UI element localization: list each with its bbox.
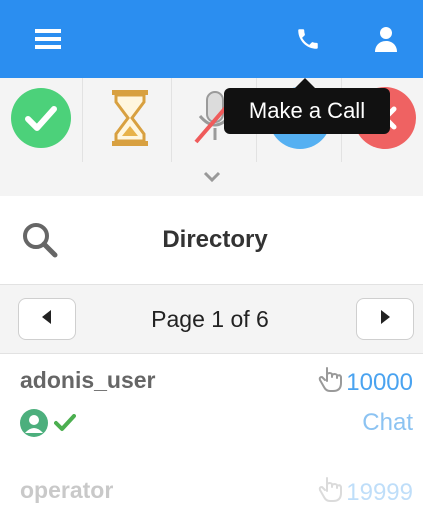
extension-number: 10000 — [346, 368, 413, 396]
directory-entry[interactable]: adonis_user 10000 Chat — [0, 353, 423, 465]
tooltip-arrow — [295, 78, 315, 88]
chat-link[interactable]: Chat — [362, 409, 413, 437]
avatar-icon — [20, 409, 48, 442]
directory-title: Directory — [162, 226, 268, 253]
status-away[interactable] — [89, 78, 172, 162]
search-icon[interactable] — [22, 222, 58, 263]
entry-status — [20, 409, 76, 442]
extension-number: 19999 — [346, 478, 413, 506]
directory-header: Directory — [0, 196, 423, 284]
hand-pointer-icon — [318, 475, 344, 510]
pager: Page 1 of 6 — [0, 284, 423, 354]
entry-name: adonis_user — [20, 367, 156, 393]
chevron-down-icon — [203, 170, 221, 188]
next-arrow-icon — [380, 309, 390, 329]
expand-status-bar[interactable] — [0, 162, 423, 197]
call-extension-link[interactable]: 10000 — [318, 365, 413, 400]
user-icon[interactable] — [366, 0, 406, 78]
call-extension-link[interactable]: 19999 — [318, 475, 413, 510]
available-check-icon — [54, 414, 76, 437]
page-indicator: Page 1 of 6 — [151, 305, 269, 332]
status-available[interactable] — [0, 78, 83, 162]
directory-entry[interactable]: operator 19999 — [0, 465, 423, 531]
entry-name: operator — [20, 477, 114, 503]
next-page-button[interactable] — [356, 298, 414, 340]
hand-pointer-icon — [318, 365, 344, 400]
phone-icon[interactable] — [288, 0, 328, 78]
hamburger-menu-icon[interactable] — [28, 0, 68, 78]
prev-page-button[interactable] — [18, 298, 76, 340]
make-call-tooltip: Make a Call — [224, 88, 390, 134]
prev-arrow-icon — [42, 309, 52, 329]
available-check-icon — [11, 87, 71, 153]
top-bar — [0, 0, 423, 78]
hourglass-icon — [110, 88, 150, 153]
